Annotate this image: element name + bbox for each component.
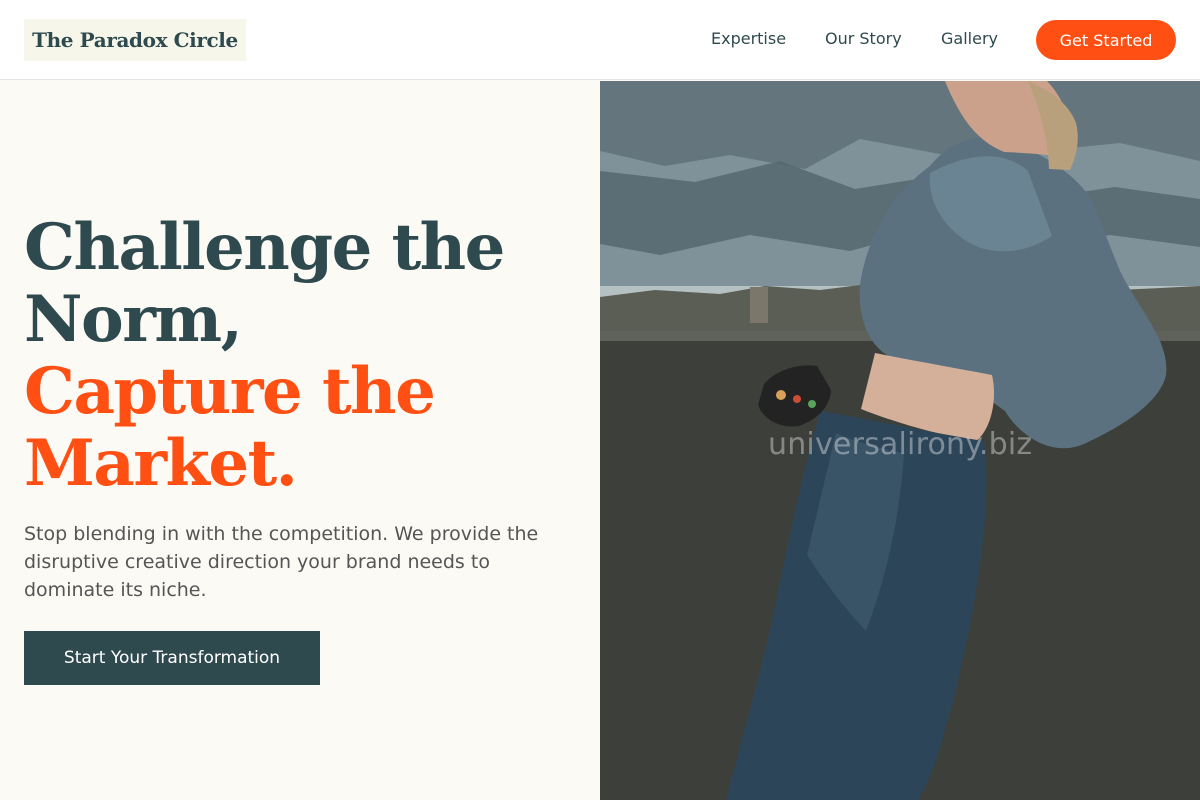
- nav-link-expertise[interactable]: Expertise: [711, 29, 786, 48]
- nav-link-gallery[interactable]: Gallery: [941, 29, 998, 48]
- site-header: The Paradox Circle Expertise Our Story G…: [0, 0, 1200, 80]
- hero-subtext: Stop blending in with the competition. W…: [24, 523, 539, 601]
- distant-tower: [750, 287, 768, 323]
- headline-line-1: Challenge the: [24, 210, 505, 285]
- brand-logo[interactable]: The Paradox Circle: [24, 19, 246, 61]
- hero-headline: Challenge the Norm, Capture the Market.: [24, 212, 594, 500]
- headline-line-4: Market.: [24, 426, 298, 501]
- image-watermark: universalirony.biz: [768, 427, 1033, 462]
- get-started-button[interactable]: Get Started: [1036, 20, 1176, 60]
- headline-line-3: Capture the: [24, 354, 436, 429]
- start-transformation-button[interactable]: Start Your Transformation: [24, 631, 320, 685]
- nav-link-our-story[interactable]: Our Story: [825, 29, 902, 48]
- bag-bead-3: [808, 400, 816, 408]
- headline-line-2: Norm,: [24, 282, 243, 357]
- bag-bead-1: [776, 390, 786, 400]
- bag-bead-2: [793, 395, 801, 403]
